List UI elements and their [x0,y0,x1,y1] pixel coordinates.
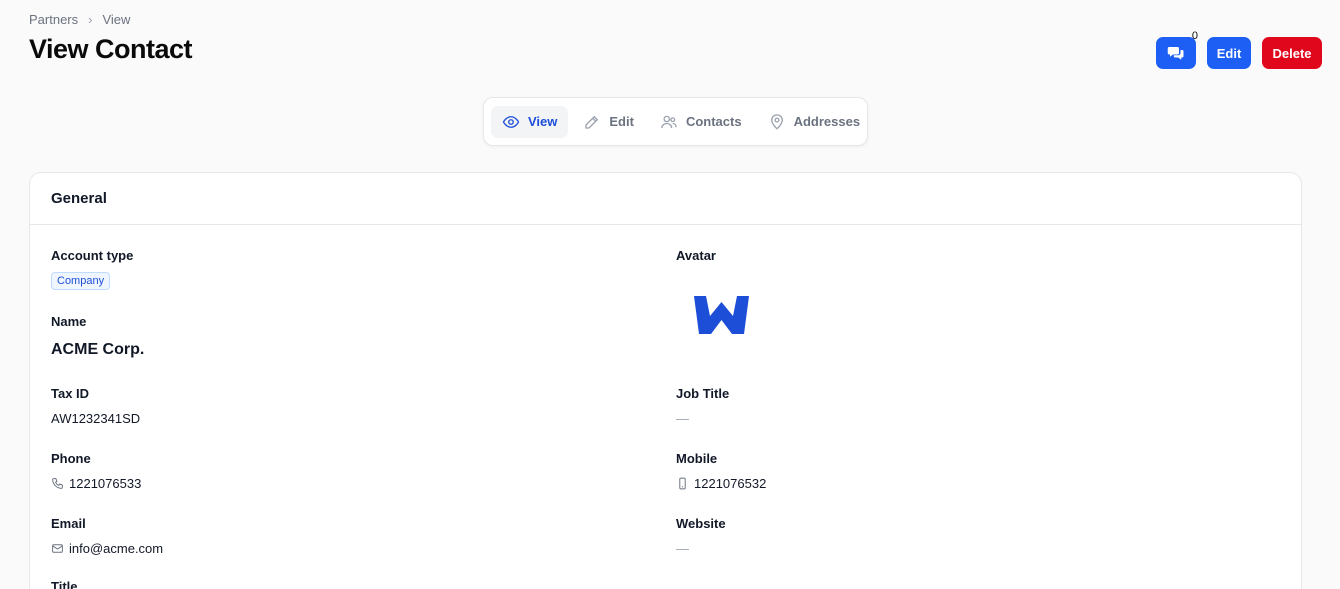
comments-button[interactable]: 0 [1156,30,1198,69]
mobile-label: Mobile [676,451,718,466]
avatar [694,296,749,334]
breadcrumb-current: View [102,12,131,27]
tax-id-value: AW1232341SD [51,411,141,426]
section-title: General [30,173,1301,225]
eye-icon [502,115,520,128]
phone-value-row: 1221076533 [51,476,141,491]
job-title-value: — [676,411,689,426]
tab-contacts-label: Contacts [685,114,742,129]
field-name: Name ACME Corp. [51,314,144,359]
mobile-value[interactable]: 1221076532 [694,476,766,491]
email-value[interactable]: info@acme.com [69,541,163,556]
title-label: Title [51,579,78,589]
mobile-value-row: 1221076532 [676,476,766,491]
field-website: Website — [676,516,726,556]
avatar-label: Avatar [676,248,716,263]
breadcrumb: Partners › View [29,12,130,27]
header-actions: 0 Edit Delete [1156,30,1322,69]
phone-icon [52,478,63,489]
account-type-badge: Company [51,272,111,290]
tab-view[interactable]: View [491,105,569,138]
breadcrumb-partners-link[interactable]: Partners [29,12,78,27]
page-title: View Contact [29,34,193,64]
name-value: ACME Corp. [51,341,145,358]
job-title-label: Job Title [676,386,730,401]
field-email: Email info@acme.com [51,516,163,556]
delete-button[interactable]: Delete [1262,37,1322,69]
website-label: Website [676,516,726,531]
users-icon [661,115,677,128]
phone-value[interactable]: 1221076533 [69,476,141,491]
edit-button[interactable]: Edit [1207,37,1251,69]
tab-view-label: View [528,114,558,129]
tab-edit-label: Edit [609,114,634,129]
account-type-label: Account type [51,248,134,263]
mobile-phone-icon [679,477,686,490]
name-label: Name [51,314,87,329]
general-section-card: General Account type Company Avatar Name… [29,172,1302,589]
phone-label: Phone [51,451,91,466]
tab-addresses[interactable]: Addresses [757,106,871,138]
field-mobile: Mobile 1221076532 [676,451,766,491]
envelope-icon [52,544,63,553]
tab-edit[interactable]: Edit [572,106,645,138]
map-pin-icon [770,113,783,130]
field-tax-id: Tax ID AW1232341SD [51,386,140,426]
email-value-row: info@acme.com [51,541,163,556]
field-title: Title [51,579,78,589]
tax-id-label: Tax ID [51,386,90,401]
field-account-type: Account type Company [51,248,133,290]
website-value: — [676,541,689,556]
email-label: Email [51,516,86,531]
field-phone: Phone 1221076533 [51,451,141,491]
tab-addresses-label: Addresses [793,114,861,129]
chevron-right-icon: › [88,12,93,27]
field-job-title: Job Title — [676,386,729,426]
pencil-icon [585,115,599,129]
record-tabs: View Edit Contacts Addresses [483,97,868,146]
comments-count-badge: 0 [1191,30,1198,42]
tab-contacts[interactable]: Contacts [649,106,753,138]
field-avatar: Avatar [676,248,749,339]
chat-bubbles-icon [1167,47,1184,60]
